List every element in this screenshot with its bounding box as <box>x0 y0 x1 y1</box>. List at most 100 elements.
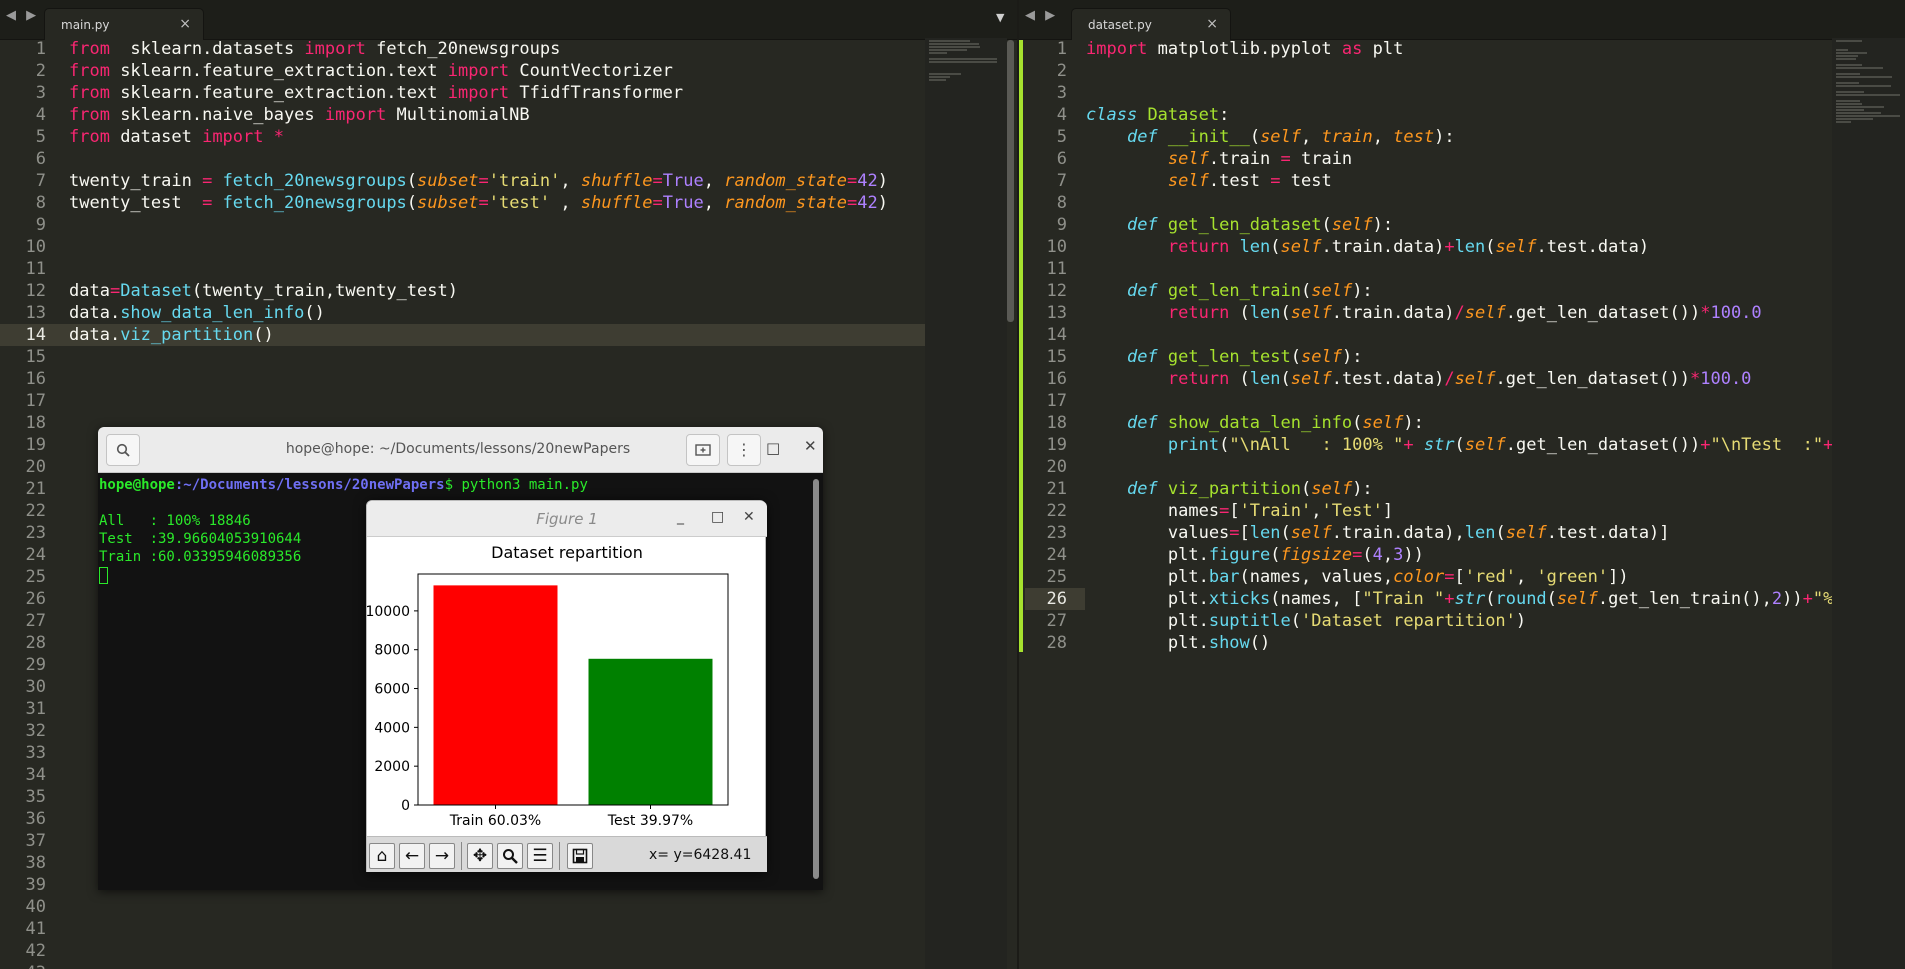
tab-nav-arrows[interactable]: ◀ ▶ <box>1025 8 1058 23</box>
code-token: self <box>1167 149 1209 169</box>
code-line: names=['Train','Test'] <box>1086 500 1854 522</box>
code-token: ): <box>1434 127 1455 147</box>
code-token: ) <box>1515 611 1527 631</box>
code-token: 42 <box>857 193 878 213</box>
terminal-scrollbar[interactable] <box>813 479 819 879</box>
line-number: 9 <box>1056 215 1067 235</box>
code-token: (names, [ <box>1270 589 1363 609</box>
code-token: , <box>1372 127 1394 147</box>
code-token: return <box>1167 303 1230 323</box>
minimap-line <box>929 43 980 45</box>
code-token: [ <box>1239 523 1250 543</box>
tab-dataset-py[interactable]: dataset.py × <box>1071 8 1231 40</box>
code-token: .get_len_dataset()) <box>1505 435 1701 455</box>
code-token: ( <box>1352 413 1363 433</box>
close-icon[interactable]: ✕ <box>804 437 817 455</box>
new-tab-button[interactable] <box>686 434 720 466</box>
home-icon: ⌂ <box>376 846 388 866</box>
save-button[interactable] <box>567 843 593 869</box>
line-number: 34 <box>25 765 46 785</box>
scrollbar-thumb[interactable] <box>1007 40 1014 322</box>
tab-dropdown-icon[interactable]: ▼ <box>996 11 1004 24</box>
minimap[interactable] <box>925 38 1007 969</box>
back-button[interactable]: ← <box>399 843 425 869</box>
forward-button[interactable]: → <box>429 843 455 869</box>
tab-label: main.py <box>61 18 110 32</box>
code-token: True <box>662 171 704 191</box>
search-button[interactable] <box>106 434 140 466</box>
pan-button[interactable]: ✥ <box>467 843 493 869</box>
code-token: , <box>560 171 581 191</box>
y-tick-label: 0 <box>401 798 410 814</box>
code-token: ( <box>1290 347 1301 367</box>
line-number: 16 <box>1046 369 1067 389</box>
code-token: __init__ <box>1167 127 1250 147</box>
code-token: sklearn.datasets <box>109 39 305 59</box>
figure-window[interactable]: Figure 1 _ □ ✕ Dataset repartition Train … <box>366 500 767 872</box>
tab-close-icon[interactable]: × <box>1206 16 1218 32</box>
code-line: return len(self.train.data)+len(self.tes… <box>1086 236 1854 258</box>
new-tab-icon <box>695 444 711 456</box>
code-token: ( <box>1495 523 1506 543</box>
line-number: 2 <box>1056 61 1067 81</box>
toolbar-separator <box>559 842 560 870</box>
zoom-button[interactable] <box>497 843 523 869</box>
home-button[interactable]: ⌂ <box>369 843 395 869</box>
code-token: ( <box>1219 435 1230 455</box>
code-token: return <box>1167 369 1230 389</box>
tab-main-py[interactable]: main.py × <box>44 8 204 40</box>
code-line: class Dataset: <box>1086 104 1854 126</box>
code-token: + <box>1700 435 1711 455</box>
code-token: ( <box>1300 479 1312 499</box>
code-line: plt.show() <box>1086 632 1854 654</box>
prompt-line: hope@hope:~/Documents/lessons/20newPaper… <box>99 477 807 495</box>
line-number: 26 <box>1046 589 1067 609</box>
terminal-title: hope@hope: ~/Documents/lessons/20newPape… <box>285 441 631 457</box>
code-token: = <box>1280 149 1291 169</box>
code-area[interactable]: from sklearn.datasets import fetch_20new… <box>69 38 888 346</box>
code-token: ( <box>1229 303 1250 323</box>
code-token: 'Train' <box>1239 501 1312 521</box>
menu-button[interactable]: ⋮ <box>727 434 761 466</box>
code-token: = <box>478 193 489 213</box>
code-line: data=Dataset(twenty_train,twenty_test) <box>69 280 888 302</box>
configure-subplots-button[interactable]: ☰ <box>527 843 553 869</box>
code-token: 'Test' <box>1321 501 1383 521</box>
close-icon[interactable]: ✕ <box>743 509 755 525</box>
code-token: CountVectorizer <box>509 61 673 81</box>
code-token: .test.data) <box>1331 369 1445 389</box>
minimize-icon[interactable]: _ <box>677 509 684 525</box>
line-number: 28 <box>25 633 46 653</box>
minimap[interactable] <box>1832 38 1905 969</box>
code-token: Dataset <box>1147 105 1220 125</box>
bar-chart[interactable]: Dataset repartition Train 60.03% Test 39.9… <box>367 537 767 836</box>
code-token: = <box>652 171 663 191</box>
right-editor-pane: ◀ ▶ dataset.py × 1 2 3 4 5 6 7 8 9 10 11 12 13 14 15 16… <box>1017 0 1905 969</box>
code-token: self <box>1362 413 1404 433</box>
line-number: 37 <box>25 831 46 851</box>
line-number: 12 <box>25 281 46 301</box>
line-number: 4 <box>35 105 46 125</box>
code-token: len <box>1249 523 1281 543</box>
y-tick-label: 6000 <box>374 682 410 698</box>
code-token: str <box>1454 589 1486 609</box>
code-token: figure <box>1208 545 1271 565</box>
code-token: 42 <box>857 171 878 191</box>
code-token: fetch_20newsgroups <box>222 171 407 191</box>
line-number: 15 <box>25 347 46 367</box>
code-token: "\nTest :" <box>1710 435 1824 455</box>
maximize-icon[interactable]: □ <box>711 509 724 525</box>
arrow-left-icon: ← <box>404 846 420 866</box>
maximize-icon[interactable]: □ <box>766 439 780 457</box>
tab-close-icon[interactable]: × <box>179 16 191 32</box>
code-token: ): <box>1341 347 1363 367</box>
code-token: 'test' <box>488 193 551 213</box>
tab-nav-arrows[interactable]: ◀ ▶ <box>6 8 39 23</box>
code-token: Dataset <box>120 281 192 301</box>
code-area[interactable]: import matplotlib.pyplot as plt class Dat… <box>1086 38 1854 654</box>
